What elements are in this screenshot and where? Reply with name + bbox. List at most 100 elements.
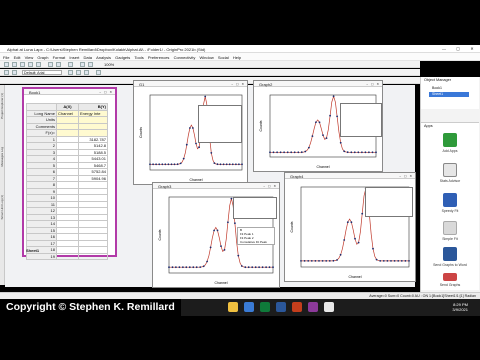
data-cell[interactable] [78,252,108,260]
pointer-icon[interactable] [4,70,9,75]
graph-header: Graph2 – ▢ ✕ [254,81,382,87]
window-controls-icon[interactable]: – ▢ ✕ [366,82,380,86]
data-point [332,95,335,98]
system-clock[interactable]: 8:29 PM 3/9/2021 [452,302,468,312]
maximize-button[interactable]: ▢ [452,46,464,52]
data-point [195,266,198,269]
text-tool-icon[interactable] [12,70,17,75]
menu-help[interactable]: Help [233,55,241,60]
data-point [240,265,243,267]
menu-edit[interactable]: Edit [14,55,21,60]
sheet-tab[interactable]: Sheet1 [26,248,39,253]
fit-results-table[interactable] [340,103,382,137]
origin-taskbar-icon[interactable] [308,302,318,312]
print-icon[interactable] [56,62,61,67]
worksheet-grid[interactable]: A(X) B(Y) Long Name Channel Energy Inte Un… [26,103,108,260]
menu-window[interactable]: Window [199,55,213,60]
graph-window-4[interactable]: Graph4 – ▢ ✕ Channel Counts [284,172,416,282]
menu-insert[interactable]: Insert [69,55,79,60]
new-project-icon[interactable] [4,62,9,67]
import-icon[interactable] [48,62,53,67]
open-icon[interactable] [28,62,33,67]
window-controls-icon[interactable]: – ▢ ✕ [399,174,413,178]
data-point [182,157,185,160]
app-send-graphs[interactable]: Send Graphs [433,273,467,287]
row-number[interactable]: 19 [26,252,57,260]
data-cell[interactable] [56,252,79,260]
menu-file[interactable]: File [3,55,9,60]
save-icon[interactable] [36,62,41,67]
menu-tools[interactable]: Tools [134,55,143,60]
menu-graph[interactable]: Graph [37,55,48,60]
graph-window-2[interactable]: Graph2 – ▢ ✕ Channel Counts [253,80,383,172]
menu-preferences[interactable]: Preferences [148,55,170,60]
powerpoint-taskbar-icon[interactable] [292,302,302,312]
data-point [375,258,378,261]
data-point [269,151,271,154]
object-item-sheet1[interactable]: Sheet1 [429,92,469,97]
app-send-graphs-word[interactable]: Send Graphs to Word [433,247,467,267]
workbook-header: Book1 – ▢ ✕ [24,89,115,95]
menu-gadgets[interactable]: Gadgets [115,55,130,60]
data-point [265,266,267,269]
excel-icon[interactable] [260,302,270,312]
new-graph-icon[interactable] [20,62,25,67]
y-axis-label: Counts [158,229,162,240]
bold-icon[interactable] [68,70,73,75]
menu-view[interactable]: View [25,55,34,60]
data-point [314,260,317,262]
legend-entry: Cumulative Fit Peak [240,240,267,244]
window-controls-icon[interactable]: – ▢ ✕ [263,184,277,188]
data-point [167,163,170,166]
graph-window-1[interactable]: G1 – ▢ ✕ Channel Counts [133,80,248,185]
speedy-fit-icon [443,193,457,207]
app-simple-fit[interactable]: Simple Fit [433,221,467,241]
data-point [161,163,164,166]
workbook-window[interactable]: Book1 – ▢ ✕ A(X) B(Y) Long Name Channel En… [22,87,117,260]
data-point [251,266,254,269]
color-icon[interactable] [96,70,101,75]
graph-window-3[interactable]: Graph3 – ▢ ✕ Channel Counts B Fit Peak 1 … [152,182,280,288]
data-point [176,163,179,166]
data-point [307,260,310,262]
italic-icon[interactable] [76,70,81,75]
object-item-book1[interactable]: Book1 [429,86,469,91]
fit-results-table[interactable] [233,197,277,219]
menu-social[interactable]: Social [218,55,229,60]
word-taskbar-icon[interactable] [276,302,286,312]
data-point [318,260,320,262]
menu-format[interactable]: Format [53,55,66,60]
app-add-apps[interactable]: Add Apps [433,133,467,153]
data-point [308,146,310,149]
graph-header: Graph3 – ▢ ✕ [153,183,279,189]
underline-icon[interactable] [84,70,89,75]
minimize-button[interactable]: — [438,46,450,52]
data-point [185,266,188,269]
zoom-level[interactable]: 100% [104,62,114,67]
window-controls-icon[interactable]: – ▢ ✕ [231,82,245,86]
app-taskbar-icon[interactable] [324,302,334,312]
menu-data[interactable]: Data [84,55,92,60]
data-point [179,162,182,165]
app-speedy-fit[interactable]: Speedy Fit [433,193,467,213]
file-explorer-icon[interactable] [228,302,238,312]
graph-legend[interactable]: B Fit Peak 1 Fit Peak 2 Cumulative Fit P… [237,227,275,245]
fit-results-table[interactable] [198,105,242,143]
data-point [353,151,356,154]
window-controls-icon[interactable]: – ▢ ✕ [99,90,113,94]
font-select[interactable]: Default: Arial [22,70,62,75]
data-point [400,260,403,262]
app-stats-advisor[interactable]: Stats Advisor [433,163,467,183]
new-workbook-icon[interactable] [12,62,17,67]
edge-icon[interactable] [244,302,254,312]
close-button[interactable]: ✕ [466,46,478,52]
data-point [315,121,317,124]
zoom-out-icon[interactable] [88,62,93,67]
zoom-in-icon[interactable] [80,62,85,67]
data-point [390,260,392,262]
menu-connectivity[interactable]: Connectivity [174,55,196,60]
refresh-icon[interactable] [68,62,73,67]
menu-analysis[interactable]: Analysis [96,55,111,60]
fit-results-table[interactable] [365,187,413,217]
workbook-name: Book1 [29,90,41,95]
